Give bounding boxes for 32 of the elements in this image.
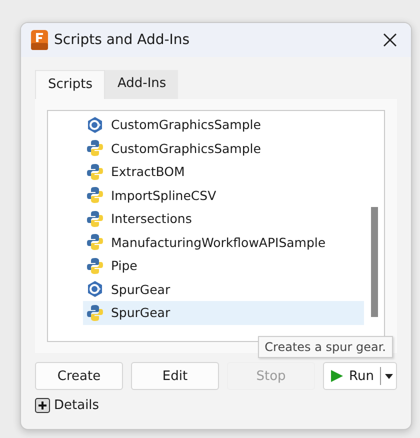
tooltip: Creates a spur gear. [258, 336, 393, 358]
script-item[interactable]: ManufacturingWorkflowAPISample [83, 230, 364, 254]
cpp-logo-icon [86, 280, 104, 298]
script-item[interactable]: CustomGraphicsSample [83, 113, 364, 136]
python-logo-icon [86, 162, 104, 181]
script-item[interactable]: SpurGear [83, 301, 364, 324]
python-logo-icon [86, 304, 104, 322]
tab[interactable]: Add-Ins [105, 70, 178, 99]
action-button[interactable]: Create [35, 362, 123, 390]
tab[interactable]: Scripts [35, 70, 106, 99]
app-logo-icon [31, 30, 48, 50]
action-button[interactable]: Edit [131, 362, 219, 390]
python-logo-icon [86, 256, 104, 275]
window-title: Scripts and Add-Ins [54, 32, 191, 48]
python-logo-icon [86, 210, 104, 228]
python-logo-icon [86, 186, 104, 204]
scrollbar-thumb[interactable] [371, 207, 378, 317]
dropdown-caret-icon[interactable] [384, 374, 393, 378]
run-button[interactable]: Run [324, 367, 381, 385]
play-icon [330, 369, 344, 383]
script-item[interactable]: Pipe [83, 254, 364, 278]
script-item[interactable]: SpurGear [83, 278, 364, 301]
cpp-logo-icon [86, 116, 104, 134]
script-item[interactable]: Intersections [83, 207, 364, 230]
details-label[interactable]: Details [54, 398, 100, 413]
close-icon[interactable] [383, 33, 397, 47]
script-item[interactable]: CustomGraphicsSample [83, 136, 364, 160]
script-item[interactable]: ExtractBOM [83, 160, 364, 184]
python-logo-icon [86, 233, 104, 252]
python-logo-icon [86, 139, 104, 158]
script-item[interactable]: ImportSplineCSV [83, 184, 364, 207]
expand-plus-icon[interactable] [35, 398, 50, 413]
